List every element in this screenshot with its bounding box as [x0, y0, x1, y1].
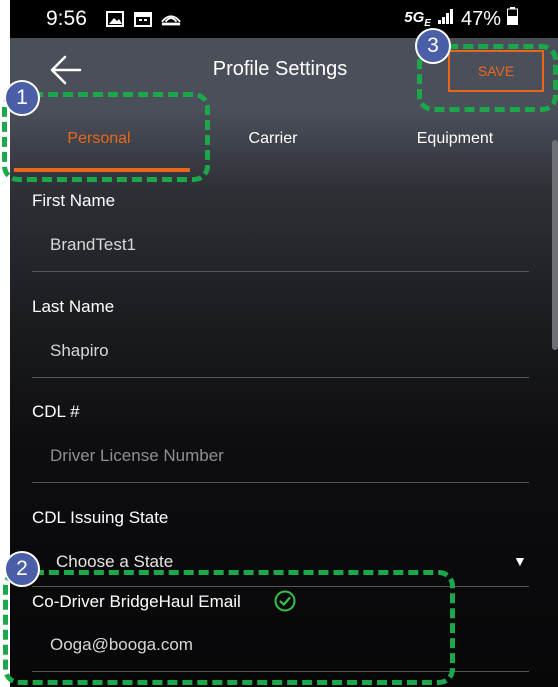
cdl-input[interactable]: Driver License Number [50, 446, 224, 466]
battery-level: 47% [460, 7, 501, 30]
scrollbar[interactable] [552, 140, 558, 350]
annotation-badge-1: 1 [4, 80, 40, 116]
annotation-badge-2: 2 [4, 551, 40, 587]
annotation-box-2 [3, 570, 455, 685]
last-name-input[interactable]: Shapiro [50, 341, 109, 361]
first-name-input[interactable]: BrandTest1 [50, 235, 136, 255]
cdl-underline [32, 482, 529, 483]
battery-icon [507, 7, 518, 31]
last-name-underline [32, 377, 529, 378]
network-type: 5GE [404, 9, 431, 29]
tab-carrier[interactable]: Carrier [188, 104, 358, 174]
status-time: 9:56 [46, 7, 87, 30]
cdl-state-label: CDL Issuing State [32, 508, 169, 527]
calendar-notification-icon [133, 10, 153, 27]
cdl-state-select[interactable]: Choose a State [56, 552, 173, 572]
last-name-label: Last Name [32, 297, 115, 316]
first-name-label: First Name [32, 191, 116, 210]
cdl-label: CDL # [32, 402, 80, 421]
bridge-app-notification-icon [161, 10, 181, 27]
tab-equipment[interactable]: Equipment [370, 104, 540, 174]
first-name-underline [32, 271, 529, 272]
image-notification-icon [105, 10, 125, 27]
dropdown-arrow-icon[interactable]: ▼ [513, 553, 527, 569]
notification-icons [105, 10, 181, 27]
signal-icon [437, 7, 455, 31]
annotation-badge-3: 3 [415, 28, 451, 64]
status-bar: 9:56 5GE 47% [10, 0, 558, 38]
status-right-group: 5GE 47% [404, 7, 518, 31]
